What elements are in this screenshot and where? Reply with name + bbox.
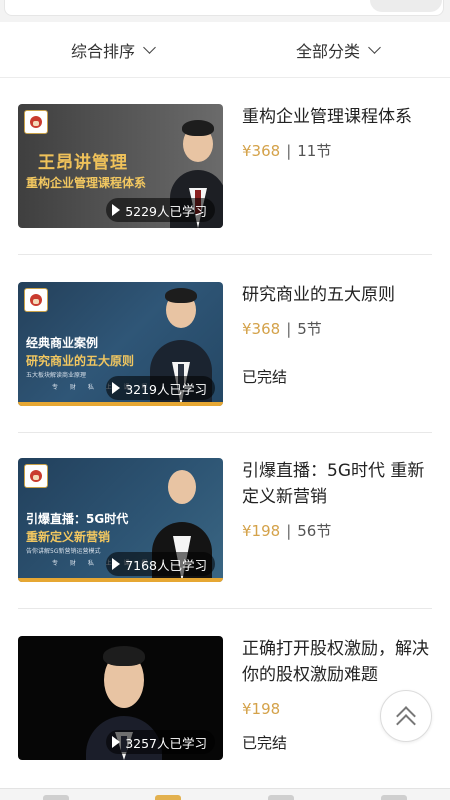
course-item[interactable]: 经典商业案例 研究商业的五大原则 五大板块解读商业原理 专 财 私 上 课 程 … xyxy=(18,282,432,410)
learners-count: 7168人已学习 xyxy=(125,557,207,573)
course-item[interactable]: 引爆直播：5G时代 重新定义新营销 告你讲解5G新营销运营模式 专 财 私 上 … xyxy=(18,458,432,586)
course-thumbnail[interactable]: 引爆直播：5G时代 重新定义新营销 告你讲解5G新营销运营模式 专 财 私 上 … xyxy=(18,458,223,582)
tab-profile[interactable] xyxy=(381,795,407,800)
learners-badge: 3257人已学习 xyxy=(106,730,215,754)
course-price: ¥198 xyxy=(242,700,281,718)
lesson-count: 56节 xyxy=(297,522,332,540)
brand-logo xyxy=(24,110,48,134)
course-list-page: 综合排序 全部分类 王昂讲管理 重构企业管理课程体系 5229人已学习 重构企业… xyxy=(0,0,450,800)
course-thumbnail[interactable]: 经典商业案例 研究商业的五大原则 五大板块解读商业原理 专 财 私 上 课 程 … xyxy=(18,282,223,406)
course-thumbnail[interactable]: 3257人已学习 xyxy=(18,636,223,760)
thumbnail-note: 告你讲解5G新营销运营模式 xyxy=(26,548,101,555)
sort-filter[interactable]: 综合排序 xyxy=(0,22,225,77)
search-button[interactable] xyxy=(370,0,442,12)
play-icon xyxy=(112,736,121,748)
course-item[interactable]: 3257人已学习 正确打开股权激励，解决你的股权激励难题 ¥198 已完结 xyxy=(18,636,432,764)
sort-filter-label: 综合排序 xyxy=(70,41,135,61)
course-title[interactable]: 研究商业的五大原则 xyxy=(242,282,434,308)
tab-study[interactable] xyxy=(268,795,294,800)
lesson-count: 11节 xyxy=(297,142,332,160)
course-price: ¥198 xyxy=(242,521,281,540)
course-info: 研究商业的五大原则 ¥368 | 5节 xyxy=(242,282,434,339)
divider xyxy=(18,254,432,255)
thumbnail-note: 五大板块解读商业原理 xyxy=(26,372,87,379)
search-area xyxy=(0,0,450,22)
course-title[interactable]: 引爆直播：5G时代 重新定义新营销 xyxy=(242,458,434,510)
divider xyxy=(18,432,432,433)
double-chevron-up-icon xyxy=(394,704,418,734)
course-price: ¥368 xyxy=(242,319,281,338)
learners-count: 5229人已学习 xyxy=(125,203,207,219)
category-filter[interactable]: 全部分类 xyxy=(225,22,450,77)
learners-count: 3257人已学习 xyxy=(125,735,207,751)
course-meta: ¥368 | 5节 xyxy=(242,319,322,339)
thumbnail-subtitle: 重新定义新营销 xyxy=(26,530,111,544)
bottom-tab-bar xyxy=(0,788,450,800)
play-icon xyxy=(112,382,121,394)
chevron-down-icon xyxy=(143,40,156,54)
brand-logo xyxy=(24,288,48,312)
learners-count: 3219人已学习 xyxy=(125,381,207,397)
thumbnail-title: 王昂讲管理 xyxy=(38,153,128,173)
learners-badge: 7168人已学习 xyxy=(106,552,215,576)
scroll-to-top-button[interactable] xyxy=(380,690,432,742)
lesson-count: 5节 xyxy=(297,320,322,338)
course-meta: ¥368 | 11节 xyxy=(242,141,332,161)
filter-bar: 综合排序 全部分类 xyxy=(0,22,450,78)
divider xyxy=(18,608,432,609)
course-title[interactable]: 重构企业管理课程体系 xyxy=(242,104,434,130)
play-icon xyxy=(112,204,121,216)
learners-badge: 5229人已学习 xyxy=(106,198,215,222)
thumbnail-subtitle: 重构企业管理课程体系 xyxy=(26,176,147,190)
course-info: 引爆直播：5G时代 重新定义新营销 ¥198 | 56节 xyxy=(242,458,434,541)
course-price: ¥368 xyxy=(242,141,281,160)
course-info: 重构企业管理课程体系 ¥368 | 11节 xyxy=(242,104,434,161)
course-meta: ¥198 | 56节 xyxy=(242,521,332,541)
category-filter-label: 全部分类 xyxy=(295,41,360,61)
course-status: 已完结 xyxy=(242,734,288,752)
learners-badge: 3219人已学习 xyxy=(106,376,215,400)
brand-logo xyxy=(24,464,48,488)
thumbnail-title: 引爆直播：5G时代 xyxy=(26,512,129,526)
course-status: 已完结 xyxy=(242,368,288,386)
thumbnail-title: 经典商业案例 xyxy=(26,336,99,350)
tab-home[interactable] xyxy=(43,795,69,800)
play-icon xyxy=(112,558,121,570)
thumbnail-subtitle: 研究商业的五大原则 xyxy=(26,354,135,368)
chevron-down-icon xyxy=(368,40,381,54)
course-thumbnail[interactable]: 王昂讲管理 重构企业管理课程体系 5229人已学习 xyxy=(18,104,223,228)
course-title[interactable]: 正确打开股权激励，解决你的股权激励难题 xyxy=(242,636,434,688)
tab-courses[interactable] xyxy=(155,795,181,800)
course-item[interactable]: 王昂讲管理 重构企业管理课程体系 5229人已学习 重构企业管理课程体系 ¥36… xyxy=(18,104,432,232)
